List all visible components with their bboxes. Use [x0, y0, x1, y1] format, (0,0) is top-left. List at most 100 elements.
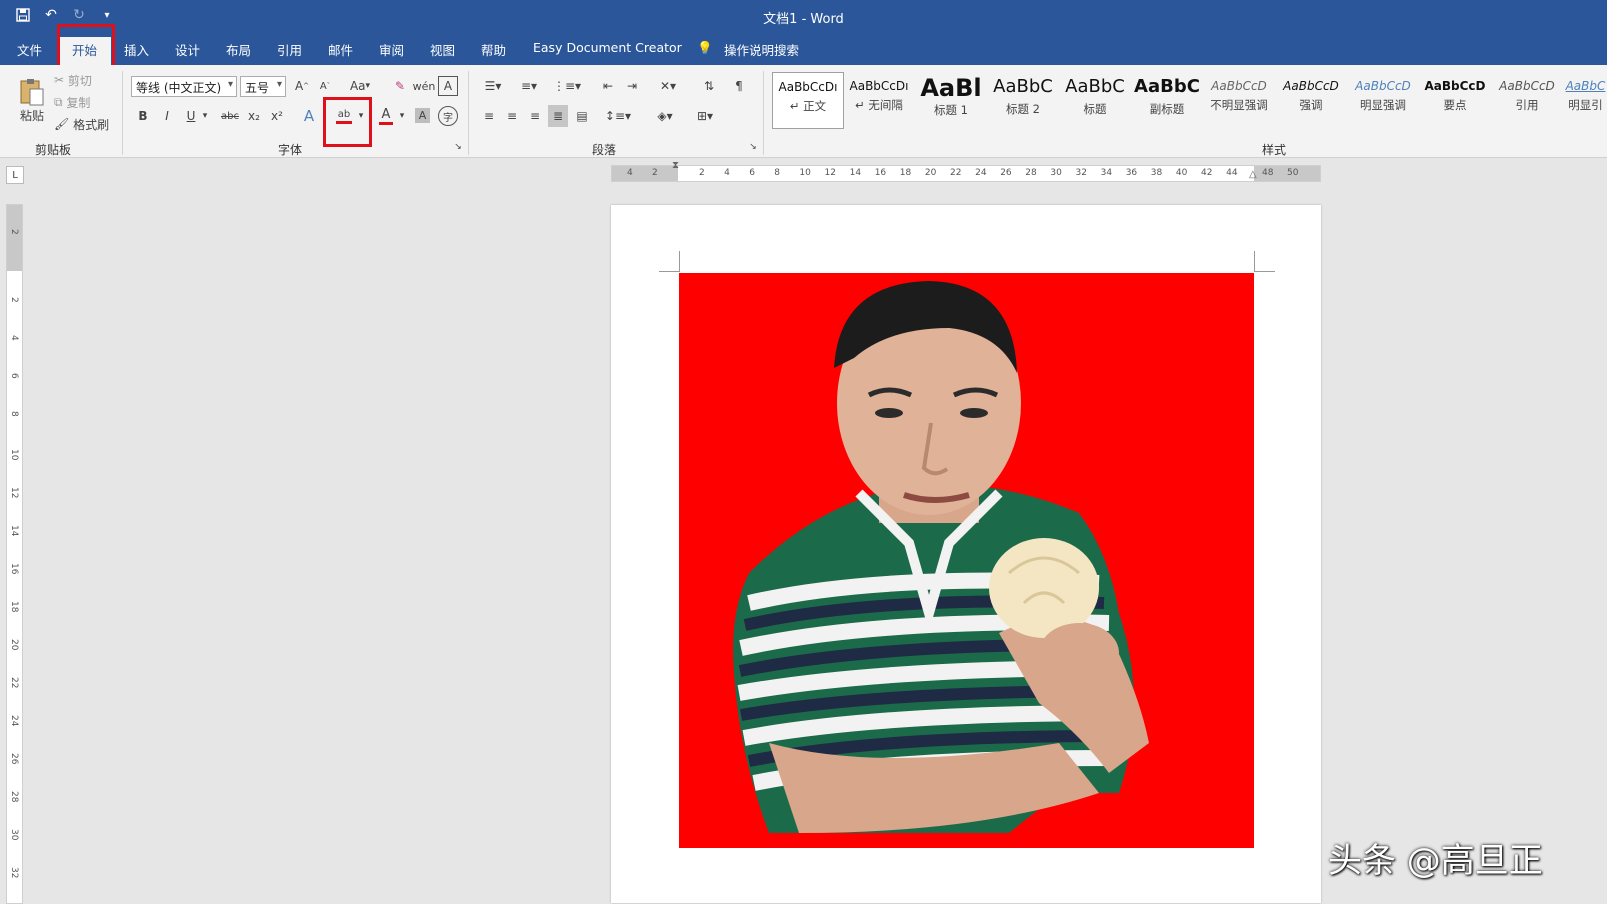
tab-mailings[interactable]: 邮件 [328, 40, 353, 59]
underline-button[interactable]: U [183, 106, 199, 126]
horizontal-ruler[interactable]: 4 2 2 4 6 8 10 12 14 16 18 20 22 24 26 28 30 32 34 36 38 40 42… [611, 160, 1321, 182]
paste-label: 粘贴 [19, 108, 44, 123]
format-painter-button[interactable]: 🖌 格式刷 [54, 115, 109, 133]
dialog-launcher-icon[interactable]: ↘ [747, 141, 759, 153]
style-name: ↵ 正文 [789, 99, 827, 113]
right-indent-marker-icon[interactable]: △ [1249, 169, 1257, 180]
ruler-tick-label: 2 [699, 168, 705, 178]
cut-button[interactable]: ✂ 剪切 [54, 71, 92, 89]
ruler-tick-label: 6 [749, 168, 755, 178]
grow-font-icon[interactable]: A ^ [293, 76, 311, 96]
multilevel-list-icon[interactable]: ⋮≡▾ [552, 76, 582, 96]
numbering-icon[interactable]: ≡▾ [516, 76, 542, 96]
change-case-button[interactable]: Aa ▾ [346, 76, 374, 96]
copy-button[interactable]: ⧉ 复制 [54, 93, 90, 111]
align-center-icon[interactable]: ≡ [503, 106, 521, 126]
ruler-tick-label: 4 [627, 168, 633, 178]
enclose-characters-icon[interactable]: 字 [438, 106, 458, 126]
font-color-button[interactable]: A [377, 105, 395, 127]
sort-icon[interactable]: ⇅ [699, 76, 719, 96]
copy-label: 复制 [66, 95, 91, 110]
style-preview: AaBbCcD [1499, 79, 1555, 93]
decrease-indent-icon[interactable]: ⇤ [598, 76, 618, 96]
strikethrough-button[interactable]: abc [219, 106, 241, 126]
subscript-button[interactable]: x₂ [245, 106, 263, 126]
style-subtle-emphasis[interactable]: AaBbCcD 不明显强调 [1204, 72, 1274, 127]
style-quote[interactable]: AaBbCcD 引用 [1492, 72, 1562, 127]
tab-references[interactable]: 引用 [277, 40, 302, 59]
style-name: 明显强调 [1360, 98, 1406, 112]
ruler-tick-label: 10 [9, 449, 19, 461]
style-name: ↵ 无间隔 [855, 98, 903, 112]
ruler-tick-label: 18 [899, 168, 912, 178]
character-border-icon[interactable]: A [438, 76, 458, 96]
style-heading-2[interactable]: AaBbC 标题 2 [988, 72, 1058, 127]
superscript-button[interactable]: x² [268, 106, 286, 126]
style-emphasis[interactable]: AaBbCcD 强调 [1276, 72, 1346, 127]
italic-button[interactable]: I [159, 106, 175, 126]
text-effects-icon[interactable]: A [300, 106, 318, 126]
justify-icon[interactable]: ≣ [548, 105, 568, 127]
clear-formatting-icon[interactable]: ✎ [390, 76, 410, 96]
font-size-combo[interactable]: 五号 [240, 76, 286, 97]
distributed-icon[interactable]: ▤ [573, 106, 591, 126]
style-title[interactable]: AaBbC 标题 [1060, 72, 1130, 127]
tab-help[interactable]: 帮助 [481, 40, 506, 59]
chinese-layout-icon[interactable]: ✕▾ [653, 76, 683, 96]
dialog-launcher-icon[interactable]: ↘ [452, 141, 464, 153]
window-title: 文档1 - Word [763, 12, 844, 27]
show-marks-icon[interactable]: ¶ [730, 76, 748, 96]
tab-easy-document-creator[interactable]: Easy Document Creator [533, 40, 682, 55]
chevron-down-icon[interactable]: ▾ [397, 106, 407, 126]
vertical-ruler[interactable]: 2 2 4 6 8 10 12 14 16 18 20 22 24 26 28 30 32 [6, 204, 23, 904]
tab-view[interactable]: 视图 [430, 40, 455, 59]
divider [122, 71, 123, 155]
ruler-tick-label: 20 [9, 639, 19, 651]
shrink-font-icon[interactable]: Aˇ [316, 76, 334, 96]
tell-me-search[interactable]: 操作说明搜索 [724, 40, 799, 59]
font-group-label: 字体 [278, 143, 303, 157]
chevron-down-icon[interactable]: ▾ [200, 106, 210, 126]
style-intense-emphasis[interactable]: AaBbCcD 明显强调 [1348, 72, 1418, 127]
phonetic-guide-icon[interactable]: wén [413, 76, 436, 96]
inserted-photo[interactable] [679, 273, 1254, 848]
font-name-combo[interactable]: 等线 (中文正文) [131, 76, 237, 97]
lightbulb-icon: 💡 [697, 40, 713, 55]
highlight-box-highlight-button [323, 97, 372, 147]
bullets-icon[interactable]: ☰▾ [480, 76, 506, 96]
ruler-tick-label: 12 [824, 168, 836, 178]
ruler-tick-label: 2 [9, 229, 19, 235]
style-no-spacing[interactable]: AaBbCcDı ↵ 无间隔 [844, 72, 914, 127]
bold-button[interactable]: B [135, 106, 151, 126]
align-right-icon[interactable]: ≡ [526, 106, 544, 126]
style-subtitle[interactable]: AaBbC 副标题 [1132, 72, 1202, 127]
paragraph-group-label: 段落 [592, 143, 617, 157]
line-spacing-icon[interactable]: ↕≡▾ [604, 106, 632, 126]
tab-layout[interactable]: 布局 [226, 40, 251, 59]
style-normal[interactable]: AaBbCcDı ↵ 正文 [772, 72, 844, 129]
indent-marker-icon[interactable]: ⧗ [672, 160, 679, 171]
character-shading-icon[interactable]: A [415, 108, 430, 123]
ribbon: 粘贴 ✂ 剪切 ⧉ 复制 🖌 格式刷 剪贴板 等线 (中文正文) 五号 A^ A… [0, 65, 1607, 158]
brush-icon: 🖌 [54, 117, 70, 131]
tab-design[interactable]: 设计 [175, 40, 200, 59]
style-name: 标题 [1083, 102, 1107, 116]
cut-label: 剪切 [67, 73, 92, 88]
tab-file[interactable]: 文件 [17, 40, 42, 59]
shading-icon[interactable]: ◈▾ [650, 106, 680, 126]
tab-insert[interactable]: 插入 [124, 40, 149, 59]
paste-button[interactable]: 粘贴 [14, 71, 50, 129]
font-color-icon: A [381, 106, 391, 122]
style-intense-quote[interactable]: AaBbC 明显引 [1564, 72, 1607, 127]
style-strong[interactable]: AaBbCcD 要点 [1420, 72, 1490, 127]
tab-review[interactable]: 审阅 [379, 40, 404, 59]
tab-selector-icon[interactable]: L [6, 166, 24, 184]
increase-indent-icon[interactable]: ⇥ [622, 76, 642, 96]
clipboard-icon [20, 78, 44, 105]
style-heading-1[interactable]: AaBl 标题 1 [916, 72, 986, 127]
borders-icon[interactable]: ⊞▾ [690, 106, 720, 126]
ruler-tick-label: 10 [799, 168, 811, 178]
ruler-tick-label: 24 [9, 715, 19, 727]
ruler-tick-label: 20 [924, 168, 937, 178]
align-left-icon[interactable]: ≡ [480, 106, 498, 126]
